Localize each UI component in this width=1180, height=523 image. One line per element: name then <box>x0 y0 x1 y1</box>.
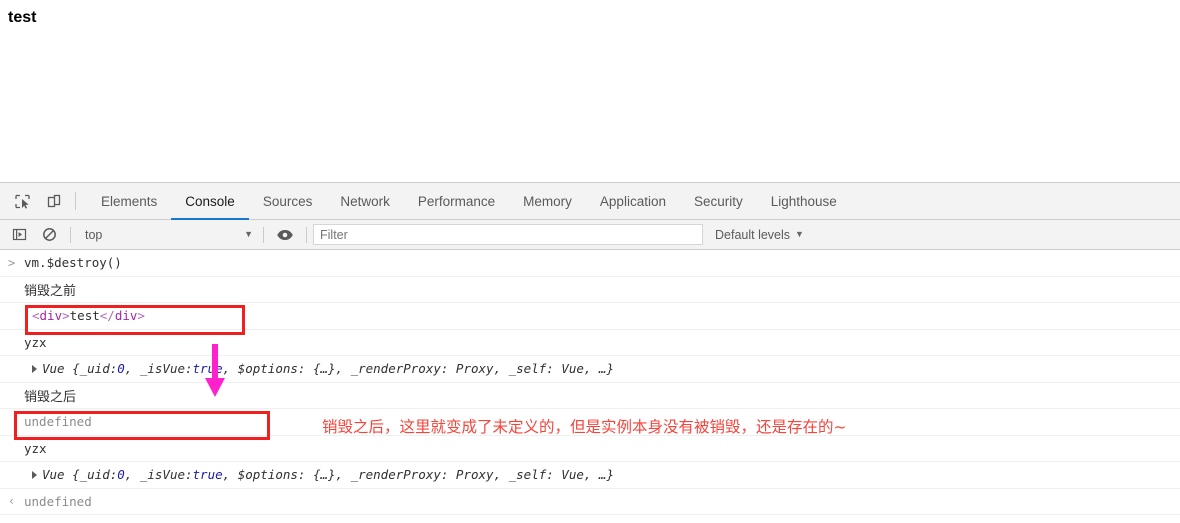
clear-console-icon-svg <box>42 228 56 241</box>
inspect-element-icon[interactable] <box>6 183 38 219</box>
console-input-text: vm.$destroy() <box>24 255 122 271</box>
console-toolbar: top ▼ Default levels ▼ <box>0 220 1180 250</box>
object-mid: , _isVue: <box>124 361 193 377</box>
tab-console[interactable]: Console <box>171 184 249 220</box>
tab-memory[interactable]: Memory <box>509 184 586 220</box>
tag-name-close: div <box>114 308 138 324</box>
execution-context-value: top <box>85 227 103 242</box>
console-row-log-yzx-2[interactable]: yzx <box>0 436 1180 462</box>
node-inner-text: test <box>69 308 100 324</box>
inspect-element-icon-svg <box>14 194 30 209</box>
device-toolbar-icon[interactable] <box>38 183 70 219</box>
object-prefix: Vue {_uid: <box>42 361 118 377</box>
tab-network[interactable]: Network <box>326 184 404 220</box>
tag-close-bracket: </ <box>99 308 115 324</box>
console-row-return-value[interactable]: ‹ undefined <box>0 489 1180 515</box>
tab-performance-label: Performance <box>417 193 496 209</box>
device-toolbar-icon-svg <box>47 194 60 207</box>
tab-lighthouse[interactable]: Lighthouse <box>757 184 851 220</box>
log-levels-select[interactable]: Default levels ▼ <box>715 228 804 242</box>
console-sidebar-icon[interactable] <box>4 227 34 242</box>
tag-close-close: > <box>137 308 145 324</box>
console-undefined-text: undefined <box>24 414 92 430</box>
console-log-text: yzx <box>24 440 47 456</box>
return-value-arrow-icon: ‹ <box>8 494 16 509</box>
devtools-tabs: Elements Console Sources Network Perform… <box>87 183 851 220</box>
tab-security[interactable]: Security <box>680 184 757 220</box>
object-isvue-value: true <box>192 361 223 377</box>
console-toolbar-divider-1 <box>70 226 71 243</box>
log-levels-label: Default levels <box>715 227 791 242</box>
tab-application[interactable]: Application <box>586 184 680 220</box>
console-row-log-before[interactable]: 销毁之前 <box>0 277 1180 303</box>
chevron-down-icon: ▼ <box>795 229 804 239</box>
tab-sources-label: Sources <box>262 193 313 209</box>
live-expression-eye-icon[interactable] <box>270 228 300 242</box>
console-log-text: 销毁之前 <box>24 283 77 299</box>
tab-lighthouse-label: Lighthouse <box>770 193 837 209</box>
object-prefix: Vue {_uid: <box>42 467 118 483</box>
console-row-input[interactable]: > vm.$destroy() <box>0 250 1180 277</box>
console-message-list: > vm.$destroy() 销毁之前 < div > test </div > yzx <box>0 250 1180 515</box>
console-toolbar-divider-2 <box>263 226 264 243</box>
tab-sources[interactable]: Sources <box>249 184 327 220</box>
console-sidebar-icon-svg <box>12 228 26 241</box>
devtools-panel: Elements Console Sources Network Perform… <box>0 182 1180 523</box>
object-mid: , _isVue: <box>124 467 193 483</box>
prompt-arrow-icon: > <box>8 255 16 270</box>
tab-performance[interactable]: Performance <box>404 184 509 220</box>
tab-elements[interactable]: Elements <box>87 184 171 220</box>
console-toolbar-divider-3 <box>306 226 307 243</box>
tab-network-label: Network <box>340 193 390 209</box>
console-return-text: undefined <box>24 493 92 509</box>
object-uid-value: 0 <box>117 467 125 483</box>
object-suffix: , $options: {…}, _renderProxy: Proxy, _s… <box>222 467 614 483</box>
screenshot-root: test Elements Console Sources Network Pe… <box>0 0 1180 523</box>
console-row-vue-object-2[interactable]: Vue {_uid: 0, _isVue: true, $options: {…… <box>0 462 1180 489</box>
browser-page-viewport: test <box>0 0 1180 182</box>
console-object-preview: Vue {_uid: 0, _isVue: true, $options: {…… <box>24 467 614 482</box>
tag-name-open: div <box>39 308 63 324</box>
object-uid-value: 0 <box>117 361 125 377</box>
tab-security-label: Security <box>693 193 743 209</box>
object-isvue-value: true <box>192 467 223 483</box>
console-filter-input[interactable] <box>313 224 703 245</box>
tab-console-label: Console <box>185 193 235 209</box>
annotation-note-text: 销毁之后，这里就变成了未定义的，但是实例本身没有被销毁，还是存在的~ <box>322 418 847 436</box>
tag-open-bracket: < <box>32 308 40 324</box>
rendered-div-test: test <box>8 9 37 26</box>
live-expression-eye-icon-svg <box>277 229 293 240</box>
console-html-node: < div > test </div > <box>24 308 145 323</box>
object-suffix: , $options: {…}, _renderProxy: Proxy, _s… <box>222 361 614 377</box>
console-row-log-yzx-1[interactable]: yzx <box>0 330 1180 356</box>
console-log-text: yzx <box>24 334 47 350</box>
tab-application-label: Application <box>599 193 666 209</box>
tab-elements-label: Elements <box>101 193 158 209</box>
console-row-log-after[interactable]: 销毁之后 <box>0 383 1180 409</box>
console-row-html-node[interactable]: < div > test </div > <box>0 303 1180 330</box>
tab-memory-label: Memory <box>523 193 572 209</box>
expand-triangle-icon[interactable] <box>32 364 37 373</box>
console-log-text: 销毁之后 <box>24 389 77 405</box>
console-row-vue-object-1[interactable]: Vue {_uid: 0, _isVue: true, $options: {…… <box>0 356 1180 383</box>
clear-console-icon[interactable] <box>34 227 64 242</box>
devtools-tabstrip: Elements Console Sources Network Perform… <box>0 183 1180 220</box>
tag-open-close: > <box>62 308 70 324</box>
expand-triangle-icon[interactable] <box>32 470 37 479</box>
chevron-down-icon: ▼ <box>244 229 253 239</box>
toolbar-divider <box>75 192 76 210</box>
console-object-preview: Vue {_uid: 0, _isVue: true, $options: {…… <box>24 361 614 376</box>
execution-context-select[interactable]: top ▼ <box>77 224 257 246</box>
